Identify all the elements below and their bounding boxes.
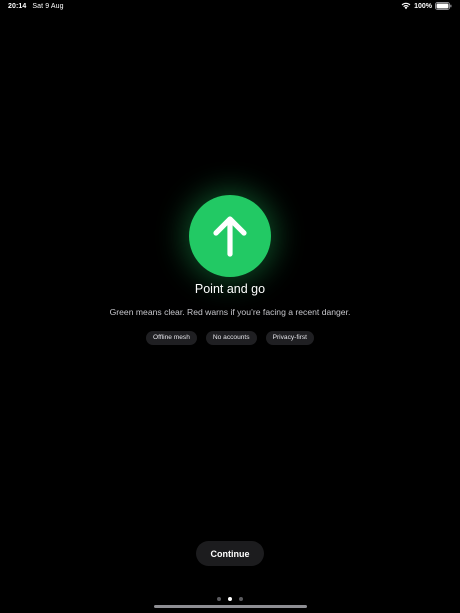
page-title: Point and go — [194, 282, 266, 296]
status-time-date: 20:14 Sat 9 Aug — [8, 3, 64, 10]
page-dot-2[interactable] — [228, 597, 232, 601]
battery-icon — [435, 2, 452, 10]
status-time: 20:14 — [8, 3, 27, 10]
status-indicators: 100% — [401, 2, 452, 10]
arrow-up-icon — [189, 195, 271, 277]
feature-chips: Offline mesh No accounts Privacy-first — [0, 331, 460, 345]
status-bar: 20:14 Sat 9 Aug 100% — [0, 0, 460, 14]
chip-privacy-first: Privacy-first — [265, 331, 314, 345]
page-indicator[interactable] — [0, 597, 460, 601]
chip-no-accounts: No accounts — [205, 331, 257, 345]
status-date: Sat 9 Aug — [32, 3, 64, 10]
battery-percent: 100% — [414, 2, 432, 10]
wifi-icon — [401, 2, 411, 10]
page-subtitle: Green means clear. Red warns if you’re f… — [109, 307, 351, 317]
page-dot-3[interactable] — [239, 597, 243, 601]
chip-offline-mesh: Offline mesh — [146, 331, 197, 345]
page-dot-1[interactable] — [217, 597, 221, 601]
home-indicator[interactable] — [154, 605, 307, 608]
continue-button[interactable]: Continue — [196, 541, 264, 566]
